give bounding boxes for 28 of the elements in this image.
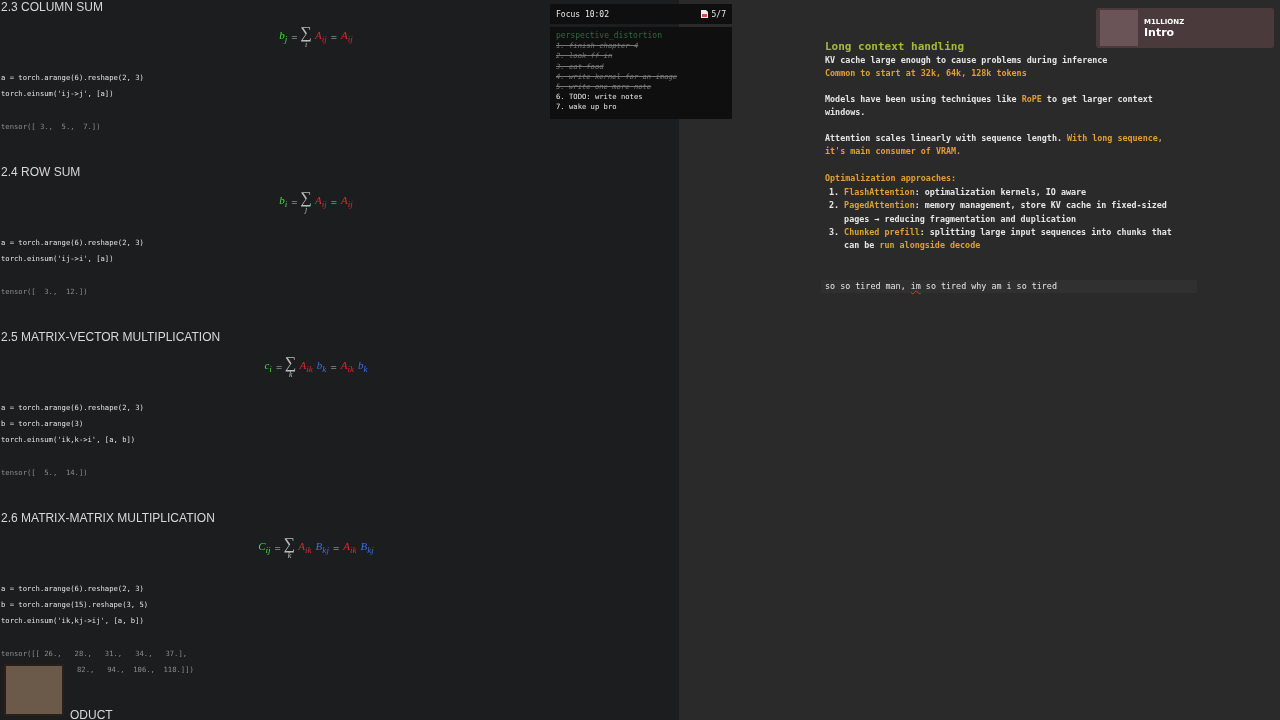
note-title: Long context handling [825, 40, 966, 54]
section-heading: 2.4 ROW SUM [1, 165, 81, 179]
note-paragraph: Models have been using techniques like RoPE to get larger context windows. [825, 92, 1154, 120]
formula: b$_{j}$ = ∑ i A$_{ij}$ = A$_{ij}$ [278, 25, 354, 49]
note-paragraph: KV cache large enough to cause problems during inference [825, 54, 1109, 67]
note-paragraph: Attention scales linearly with sequence length. With long sequence, it's main consumer of VRAM. [825, 131, 1164, 159]
list-heading: Optimalization approaches: [825, 172, 958, 186]
list-number: 3. [829, 226, 840, 240]
document-icon [700, 10, 708, 18]
task-count: 5/7 [711, 9, 726, 19]
album-art-placeholder [4, 664, 64, 716]
track-title: Intro [1144, 25, 1176, 39]
cover-art-placeholder [1100, 10, 1138, 46]
list-item: PagedAttention: memory management, store KV cache in fixed-sized pages → reducing fragmentation and duplication [844, 199, 1168, 226]
list-number: 1. [829, 185, 840, 199]
section-heading: 2.3 COLUMN SUM [1, 0, 104, 14]
note-paragraph: Common to start at 32k, 64k, 128k tokens [825, 67, 1028, 81]
formula: b$_{i}$ = ∑ j A$_{ij}$ = A$_{ij}$ [278, 190, 354, 214]
section-heading: ODUCT [70, 708, 113, 720]
list-title: perspective_distortion [556, 31, 663, 42]
list-item: FlashAttention: optimalization kernels, IO aware [844, 185, 1087, 199]
section-heading: 2.6 MATRIX-MATRIX MULTIPLICATION [1, 511, 215, 525]
focus-timer: Focus 10:02 [556, 9, 609, 19]
formula: C$_{ij}$ = ∑ k A$_{ik}$ B$_{kj}$ = A$_{ik}$ B$_{kj}$ [257, 536, 375, 560]
formula: c$_{i}$ = ∑ k A$_{ik}$ b$_{k}$ = A$_{ik}$ b$_{k}$ [263, 355, 369, 379]
section-heading: 2.5 MATRIX-VECTOR MULTIPLICATION [1, 330, 221, 344]
list-number: 2. [829, 199, 840, 213]
list-item: Chunked prefill: splitting large input sequences into chunks that can be run alongside decode [844, 226, 1173, 253]
